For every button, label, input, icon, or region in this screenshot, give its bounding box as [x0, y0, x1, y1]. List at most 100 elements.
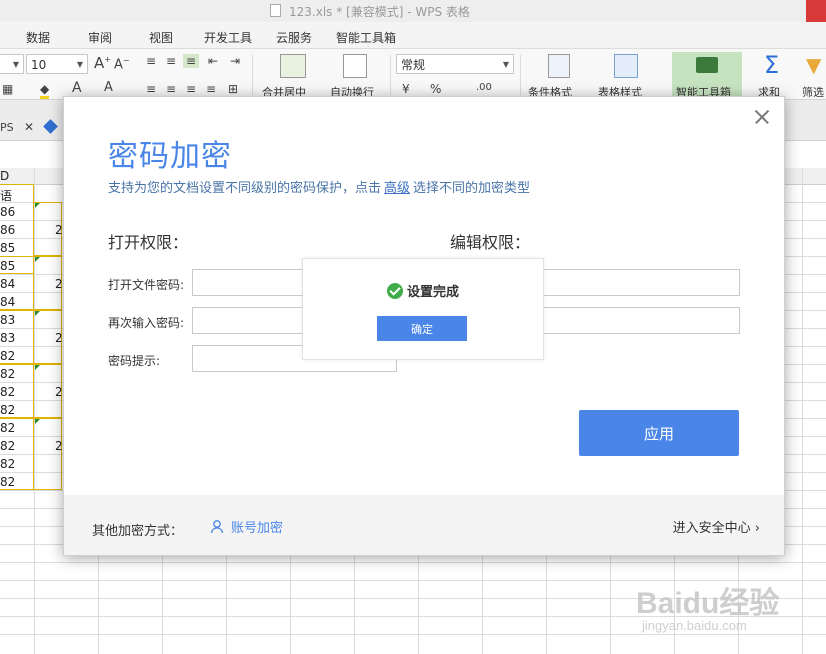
- toolbox-icon: [696, 57, 718, 73]
- ribbon-toolbar: ▼ 10 ▼ A+ A− ≡ ≡ ≡ ⇤ ⇥ ▦ ◆ A A ≡ ≡ ≡ ≡ ⊞ …: [0, 49, 826, 100]
- table-cell[interactable]: 2: [55, 385, 63, 399]
- menu-smart-toolbox[interactable]: 智能工具箱: [336, 29, 396, 46]
- table-cell[interactable]: 2: [55, 331, 63, 345]
- align-left-icon[interactable]: ≡: [146, 82, 156, 96]
- indent-increase-icon[interactable]: ⇥: [230, 54, 240, 68]
- indent-decrease-icon[interactable]: ⇤: [208, 54, 218, 68]
- account-encryption-link[interactable]: 账号加密: [210, 517, 283, 536]
- reenter-password-label: 再次输入密码:: [108, 316, 185, 330]
- table-cell[interactable]: 2: [55, 277, 63, 291]
- cell-error-marker: [35, 311, 40, 316]
- ribbon-separator: [390, 55, 391, 95]
- tab-close-icon[interactable]: ✕: [24, 120, 34, 134]
- menu-bar: 数据 审阅 视图 开发工具 云服务 智能工具箱: [0, 22, 826, 49]
- window-titlebar: 123.xls * [兼容模式] - WPS 表格: [0, 0, 826, 22]
- sum-icon[interactable]: Σ: [764, 51, 779, 79]
- ribbon-separator: [252, 55, 253, 95]
- window-title: 123.xls * [兼容模式] - WPS 表格: [270, 3, 470, 20]
- currency-icon[interactable]: ¥: [402, 82, 410, 96]
- table-cell[interactable]: 2: [55, 223, 63, 237]
- table-cell[interactable]: 84: [0, 295, 15, 309]
- table-cell[interactable]: 83: [0, 313, 15, 327]
- table-cell[interactable]: 82: [0, 385, 15, 399]
- align-right-icon[interactable]: ≡: [186, 82, 196, 96]
- menu-view[interactable]: 视图: [149, 29, 173, 46]
- percent-icon[interactable]: %: [430, 82, 441, 96]
- highlighted-cells: [34, 418, 62, 490]
- ribbon-separator: [520, 55, 521, 95]
- borders-icon[interactable]: ▦: [2, 82, 13, 96]
- table-cell[interactable]: 82: [0, 367, 15, 381]
- table-cell[interactable]: 82: [0, 457, 15, 471]
- menu-data[interactable]: 数据: [26, 29, 50, 46]
- clear-format-icon[interactable]: A: [104, 80, 113, 95]
- menu-developer-tools[interactable]: 开发工具: [204, 29, 252, 46]
- password-hint-label: 密码提示:: [108, 354, 161, 368]
- table-cell[interactable]: 83: [0, 331, 15, 345]
- advanced-link[interactable]: 高级: [384, 181, 410, 196]
- success-toast: 设置完成 确定: [302, 258, 544, 360]
- watermark-url: jingyan.baidu.com: [642, 618, 747, 633]
- table-cell[interactable]: 语: [0, 187, 12, 204]
- merge-center-icon[interactable]: [280, 54, 306, 78]
- menu-review[interactable]: 审阅: [88, 29, 112, 46]
- window-corner-tab[interactable]: [806, 0, 826, 22]
- table-cell[interactable]: 86: [0, 205, 15, 219]
- check-circle-icon: [386, 283, 403, 299]
- dropdown-arrow-icon: ▼: [12, 60, 19, 69]
- conditional-format-icon[interactable]: [548, 54, 570, 78]
- fill-color-icon[interactable]: ◆: [40, 82, 50, 99]
- table-cell[interactable]: 82: [0, 475, 15, 489]
- align-middle-icon[interactable]: ≡: [166, 54, 176, 68]
- table-cell[interactable]: 84: [0, 277, 15, 291]
- table-cell[interactable]: 82: [0, 403, 15, 417]
- document-icon: [270, 4, 281, 17]
- table-cell[interactable]: 86: [0, 223, 15, 237]
- justify-icon[interactable]: ≡: [206, 82, 216, 96]
- table-cell[interactable]: 85: [0, 259, 15, 273]
- column-header-d[interactable]: D: [0, 169, 9, 183]
- font-name-select[interactable]: ▼: [0, 54, 24, 74]
- user-icon: [210, 520, 224, 534]
- decimal-icon[interactable]: .00: [476, 82, 492, 93]
- increase-font-icon[interactable]: A+: [94, 54, 111, 72]
- close-icon[interactable]: [750, 105, 774, 129]
- table-cell[interactable]: 2: [55, 439, 63, 453]
- distribute-icon[interactable]: ⊞: [228, 82, 238, 96]
- edit-password-input[interactable]: [534, 269, 740, 296]
- cell-error-marker: [35, 257, 40, 262]
- font-size-select[interactable]: 10 ▼: [26, 54, 88, 74]
- cell-error-marker: [35, 203, 40, 208]
- table-cell[interactable]: 85: [0, 241, 15, 255]
- toast-message: 设置完成: [303, 281, 543, 300]
- apply-button[interactable]: 应用: [579, 410, 739, 456]
- table-style-icon[interactable]: [614, 54, 638, 78]
- menu-cloud-service[interactable]: 云服务: [276, 29, 312, 46]
- cell-error-marker: [35, 419, 40, 424]
- tab-wps-label[interactable]: PS: [0, 121, 14, 134]
- align-top-icon[interactable]: ≡: [146, 54, 156, 68]
- edit-reenter-password-input[interactable]: [534, 307, 740, 334]
- filter-label[interactable]: 筛选: [802, 84, 824, 100]
- table-cell[interactable]: 82: [0, 349, 15, 363]
- workbook-icon: [43, 119, 58, 134]
- baidu-watermark: Baidu经验 jingyan.baidu.com: [636, 568, 826, 654]
- table-cell[interactable]: 82: [0, 421, 15, 435]
- wrap-text-icon[interactable]: [343, 54, 367, 78]
- dialog-title: 密码加密: [108, 139, 232, 174]
- dropdown-arrow-icon: ▼: [76, 60, 83, 69]
- security-center-link[interactable]: 进入安全中心 ›: [673, 517, 760, 536]
- align-bottom-icon[interactable]: ≡: [183, 54, 200, 68]
- decrease-font-icon[interactable]: A−: [114, 56, 130, 72]
- align-center-icon[interactable]: ≡: [166, 82, 176, 96]
- filter-icon[interactable]: ▼: [806, 53, 821, 77]
- confirm-button[interactable]: 确定: [377, 316, 467, 341]
- number-format-select[interactable]: 常规 ▼: [396, 54, 514, 74]
- chevron-right-icon: ›: [754, 521, 760, 536]
- watermark-brand: Baidu经验: [636, 587, 780, 620]
- table-cell[interactable]: 82: [0, 439, 15, 453]
- edit-permission-heading: 编辑权限：: [450, 233, 531, 252]
- open-password-label: 打开文件密码:: [108, 278, 185, 292]
- other-encryption-label: 其他加密方式：: [92, 524, 184, 539]
- cell-error-marker: [35, 365, 40, 370]
